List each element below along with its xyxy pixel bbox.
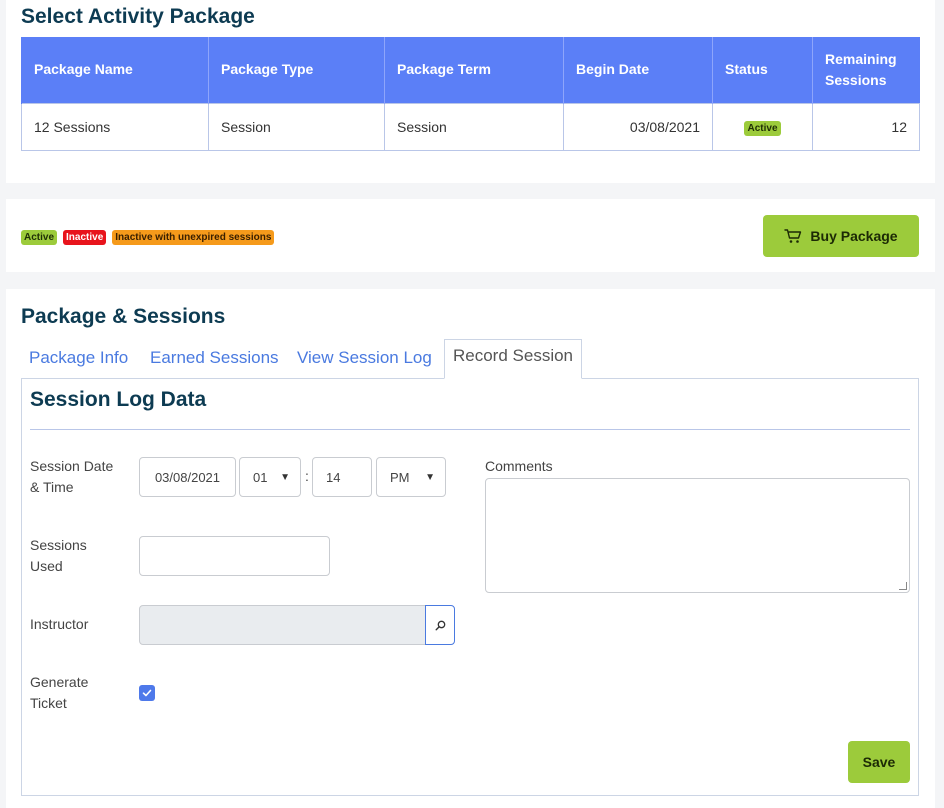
tab-bar: Package Info Earned Sessions View Sessio…	[21, 339, 919, 379]
legend-unexpired-badge: Inactive with unexpired sessions	[112, 230, 275, 245]
panel-title: Session Log Data	[30, 388, 207, 411]
table-row[interactable]: 12 Sessions Session Session 03/08/2021 A…	[21, 102, 920, 151]
instructor-label: Instructor	[30, 616, 89, 632]
chevron-down-icon: ▼	[280, 471, 290, 483]
session-date-label-line2: & Time	[30, 479, 74, 495]
cell-begin-date: 03/08/2021	[563, 102, 713, 151]
col-header-package-name[interactable]: Package Name	[21, 37, 209, 103]
cell-remaining-sessions: 12	[812, 102, 920, 151]
session-date-label-line1: Session Date	[30, 458, 114, 474]
col-header-remaining-sessions[interactable]: Remaining Sessions	[812, 37, 920, 103]
ampm-select[interactable]: PM ▼	[376, 457, 446, 497]
sessions-used-label: Sessions Used	[30, 535, 130, 577]
section-title-package-sessions: Package & Sessions	[21, 305, 226, 328]
chevron-down-icon: ▼	[425, 471, 435, 483]
sessions-used-label-line1: Sessions	[30, 537, 87, 553]
sessions-used-input[interactable]	[139, 536, 330, 576]
legend-active-badge: Active	[21, 230, 58, 245]
instructor-input[interactable]	[139, 605, 426, 645]
status-legend: Active Inactive Inactive with unexpired …	[21, 230, 275, 245]
cell-status: Active	[712, 102, 813, 151]
package-sessions-card: Package & Sessions Package Info Earned S…	[6, 289, 935, 808]
tab-package-info[interactable]: Package Info	[29, 343, 128, 383]
cell-package-type: Session	[208, 102, 385, 151]
legend-card: Active Inactive Inactive with unexpired …	[6, 199, 935, 272]
buy-package-button[interactable]: Buy Package	[763, 215, 919, 257]
record-session-panel: Session Log Data Session Date & Time 03/…	[21, 378, 919, 796]
comments-label: Comments	[485, 458, 553, 474]
tab-record-session[interactable]: Record Session	[444, 339, 583, 379]
section-title-select-package: Select Activity Package	[21, 5, 255, 28]
session-date-input[interactable]: 03/08/2021	[139, 457, 236, 497]
col-header-begin-date[interactable]: Begin Date	[563, 37, 713, 103]
generate-ticket-checkbox[interactable]	[139, 685, 155, 701]
col-header-package-term[interactable]: Package Term	[384, 37, 564, 103]
status-badge: Active	[744, 120, 781, 136]
time-separator: :	[305, 468, 309, 484]
buy-package-label: Buy Package	[810, 228, 898, 244]
checkmark-icon	[142, 689, 152, 697]
hour-value: 01	[253, 469, 268, 485]
package-select-card: Select Activity Package Package Name Pac…	[6, 0, 935, 183]
minute-input[interactable]: 14	[312, 457, 372, 497]
divider	[30, 429, 910, 430]
generate-ticket-label-line1: Generate	[30, 674, 89, 690]
search-icon	[435, 620, 445, 631]
col-header-status[interactable]: Status	[712, 37, 813, 103]
package-table: Package Name Package Type Package Term B…	[21, 37, 920, 151]
ampm-value: PM	[390, 469, 410, 485]
generate-ticket-label-line2: Ticket	[30, 695, 67, 711]
cell-package-name: 12 Sessions	[21, 102, 209, 151]
legend-inactive-badge: Inactive	[63, 230, 107, 245]
session-date-value: 03/08/2021	[154, 469, 221, 485]
session-date-label: Session Date & Time	[30, 456, 130, 498]
tab-earned-sessions[interactable]: Earned Sessions	[150, 343, 279, 383]
comments-textarea[interactable]	[485, 478, 910, 593]
table-header-row: Package Name Package Type Package Term B…	[21, 37, 920, 103]
cart-icon	[784, 229, 802, 243]
resize-grip-icon[interactable]	[899, 582, 907, 590]
instructor-search-button[interactable]	[425, 605, 455, 645]
cell-package-term: Session	[384, 102, 564, 151]
hour-select[interactable]: 01 ▼	[239, 457, 301, 497]
col-header-package-type[interactable]: Package Type	[208, 37, 385, 103]
save-button[interactable]: Save	[848, 741, 910, 783]
minute-value: 14	[326, 469, 341, 485]
generate-ticket-label: Generate Ticket	[30, 672, 130, 714]
sessions-used-label-line2: Used	[30, 558, 63, 574]
tab-view-session-log[interactable]: View Session Log	[297, 343, 432, 383]
